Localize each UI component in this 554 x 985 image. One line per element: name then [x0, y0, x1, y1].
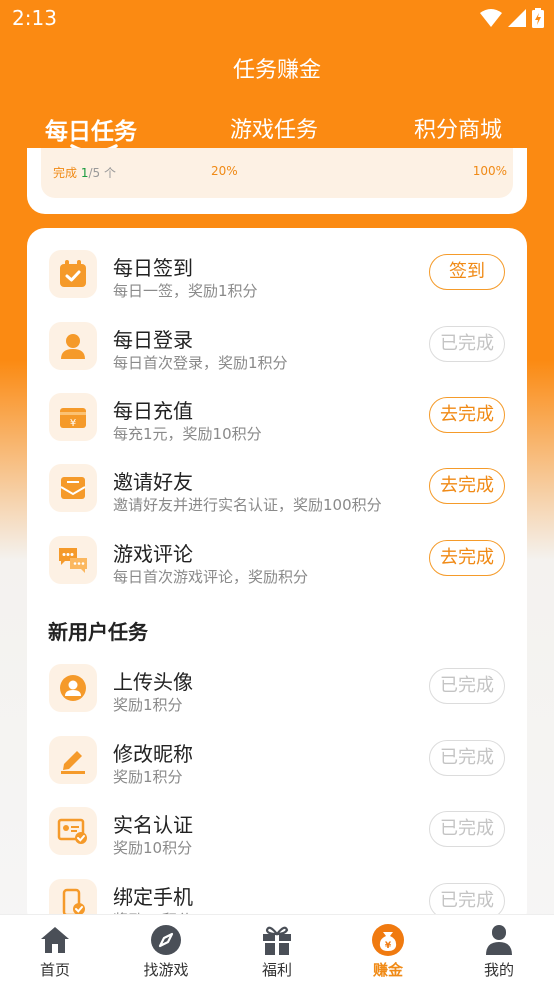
- task-row-game-review: 游戏评论 每日首次游戏评论，奖励积分 去完成: [27, 534, 527, 594]
- task-desc: 奖励10积分: [113, 839, 193, 857]
- task-row-daily-checkin: 每日签到 每日一签，奖励1积分 签到: [27, 248, 527, 308]
- progress-done-total: /5 个: [88, 166, 116, 180]
- progress-done-prefix: 完成: [53, 166, 81, 180]
- task-list-card: 每日签到 每日一签，奖励1积分 签到 每日登录 每日首次登录，奖励1积分 已完成…: [27, 228, 527, 928]
- tab-game-tasks[interactable]: 游戏任务: [230, 112, 318, 144]
- signal-icon: [508, 9, 526, 27]
- status-time: 2:13: [12, 6, 57, 30]
- avatar-circle-icon: [49, 664, 97, 712]
- task-title: 邀请好友: [113, 470, 193, 494]
- completed-button[interactable]: 已完成: [429, 811, 505, 847]
- task-title: 实名认证: [113, 813, 193, 837]
- task-desc: 每日一签，奖励1积分: [113, 282, 258, 300]
- status-icons: [480, 8, 544, 28]
- bottom-nav: 首页 找游戏 福利 ¥ 赚金 我的: [0, 914, 554, 985]
- task-desc: 每日首次游戏评论，奖励积分: [113, 568, 309, 586]
- nav-label: 福利: [261, 961, 292, 979]
- task-desc: 奖励1积分: [113, 696, 183, 714]
- chat-bubbles-icon: [49, 536, 97, 584]
- checkin-button[interactable]: 签到: [429, 254, 505, 290]
- task-title: 每日充值: [113, 399, 193, 423]
- pencil-icon: [49, 736, 97, 784]
- task-title: 每日签到: [113, 256, 193, 280]
- progress-mid-label: 20%: [211, 164, 238, 178]
- task-desc: 邀请好友并进行实名认证，奖励100积分: [113, 496, 382, 514]
- person-icon: [49, 322, 97, 370]
- wifi-icon: [480, 9, 502, 27]
- completed-button[interactable]: 已完成: [429, 740, 505, 776]
- task-desc: 每充1元，奖励10积分: [113, 425, 262, 443]
- go-complete-button[interactable]: 去完成: [429, 540, 505, 576]
- progress-panel: 完成 1/5 个 20% 100%: [41, 148, 513, 198]
- svg-text:¥: ¥: [385, 941, 392, 951]
- task-row-upload-avatar: 上传头像 奖励1积分 已完成: [27, 662, 527, 722]
- task-desc: 每日首次登录，奖励1积分: [113, 354, 288, 372]
- tab-label: 游戏任务: [230, 118, 319, 143]
- battery-icon: [532, 8, 544, 28]
- task-title: 绑定手机: [113, 885, 193, 909]
- nav-welfare[interactable]: 福利: [237, 923, 317, 980]
- wallet-yen-icon: ¥: [49, 393, 97, 441]
- page-title: 任务赚金: [232, 58, 321, 83]
- money-bag-icon: ¥: [348, 923, 428, 957]
- task-row-edit-nickname: 修改昵称 奖励1积分 已完成: [27, 734, 527, 794]
- task-row-real-name: 实名认证 奖励10积分 已完成: [27, 805, 527, 865]
- profile-icon: [459, 923, 539, 957]
- new-user-section-title: 新用户任务: [48, 620, 148, 644]
- gift-icon: [237, 923, 317, 957]
- task-row-invite-friends: 邀请好友 邀请好友并进行实名认证，奖励100积分 去完成: [27, 462, 527, 522]
- nav-label: 我的: [483, 961, 514, 979]
- id-card-check-icon: [49, 807, 97, 855]
- task-title: 上传头像: [113, 670, 193, 694]
- task-title: 每日登录: [113, 328, 193, 352]
- completed-button[interactable]: 已完成: [429, 668, 505, 704]
- tab-label: 积分商城: [414, 118, 503, 143]
- nav-mine[interactable]: 我的: [459, 923, 539, 980]
- nav-label: 首页: [39, 961, 70, 979]
- task-row-daily-login: 每日登录 每日首次登录，奖励1积分 已完成: [27, 320, 527, 380]
- progress-done-text: 完成 1/5 个: [53, 164, 116, 181]
- tab-points-mall[interactable]: 积分商城: [414, 112, 502, 144]
- go-complete-button[interactable]: 去完成: [429, 468, 505, 504]
- envelope-icon: [49, 464, 97, 512]
- progress-end-label: 100%: [472, 164, 507, 178]
- task-desc: 奖励1积分: [113, 768, 183, 786]
- completed-button[interactable]: 已完成: [429, 326, 505, 362]
- home-icon: [15, 923, 95, 957]
- nav-earn[interactable]: ¥ 赚金: [348, 923, 428, 980]
- task-row-daily-recharge: ¥ 每日充值 每充1元，奖励10积分 去完成: [27, 391, 527, 451]
- svg-text:¥: ¥: [70, 418, 76, 429]
- calendar-check-icon: [49, 250, 97, 298]
- status-bar: 2:13: [0, 0, 554, 38]
- task-title: 修改昵称: [113, 742, 193, 766]
- nav-label: 找游戏: [143, 961, 189, 979]
- nav-find-games[interactable]: 找游戏: [126, 923, 206, 980]
- nav-home[interactable]: 首页: [15, 923, 95, 980]
- go-complete-button[interactable]: 去完成: [429, 397, 505, 433]
- task-title: 游戏评论: [113, 542, 193, 566]
- progress-card: 完成 1/5 个 20% 100%: [27, 148, 527, 214]
- tab-daily-tasks[interactable]: 每日任务: [45, 112, 137, 154]
- nav-label: 赚金: [372, 961, 403, 979]
- compass-icon: [126, 923, 206, 957]
